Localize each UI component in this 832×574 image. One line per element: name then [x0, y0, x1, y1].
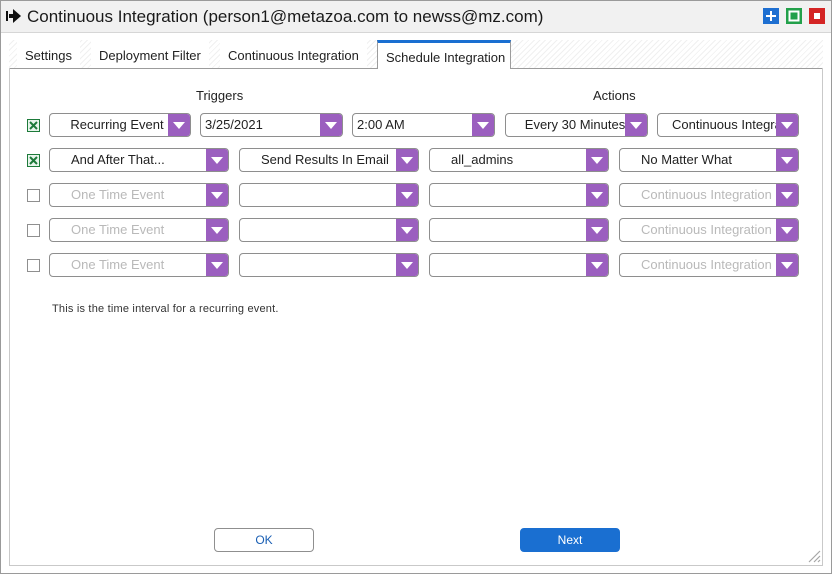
- tab-continuous-integration[interactable]: Continuous Integration: [220, 40, 367, 68]
- chevron-down-icon: [396, 254, 418, 276]
- arrow-right-icon: [6, 9, 22, 28]
- chevron-down-icon: [472, 114, 494, 136]
- select-value: 2:00 AM: [357, 117, 405, 132]
- chevron-down-icon: [776, 184, 798, 206]
- row-5-trigger-type-select[interactable]: One Time Event: [49, 253, 229, 277]
- row-4-option-select[interactable]: [239, 218, 419, 242]
- select-value: No Matter What: [641, 152, 733, 167]
- select-value: Recurring Event: [70, 117, 164, 132]
- row-3-checkbox[interactable]: [27, 189, 40, 202]
- row-4-action-select[interactable]: Continuous Integration: [619, 218, 799, 242]
- window-title: Continuous Integration (person1@metazoa.…: [27, 7, 544, 26]
- chevron-down-icon: [776, 114, 798, 136]
- title-bar: Continuous Integration (person1@metazoa.…: [1, 1, 831, 33]
- chevron-down-icon: [320, 114, 342, 136]
- row-5-checkbox[interactable]: [27, 259, 40, 272]
- chevron-down-icon: [586, 149, 608, 171]
- row-1-interval-select[interactable]: Every 30 Minutes: [505, 113, 648, 137]
- row-4-detail-select[interactable]: [429, 218, 609, 242]
- select-value: [261, 254, 396, 276]
- row-4-trigger-type-select[interactable]: One Time Event: [49, 218, 229, 242]
- select-value: [261, 184, 396, 206]
- select-value: Continuous Integration: [641, 222, 772, 237]
- tab-strip: Settings Deployment Filter Continuous In…: [9, 40, 823, 69]
- chevron-down-icon: [586, 254, 608, 276]
- add-icon[interactable]: [763, 8, 779, 24]
- chevron-down-icon: [396, 184, 418, 206]
- help-text: This is the time interval for a recurrin…: [52, 303, 279, 315]
- tab-deployment-filter[interactable]: Deployment Filter: [91, 40, 209, 68]
- select-value: Continuous Integration: [641, 187, 772, 202]
- actions-header: Actions: [593, 88, 636, 103]
- select-value: [451, 184, 586, 206]
- chevron-down-icon: [396, 219, 418, 241]
- chevron-down-icon: [776, 149, 798, 171]
- dialog-window: Continuous Integration (person1@metazoa.…: [0, 0, 832, 574]
- chevron-down-icon: [625, 114, 647, 136]
- chevron-down-icon: [206, 219, 228, 241]
- row-1-action-select[interactable]: Continuous Integration: [657, 113, 799, 137]
- row-5-detail-select[interactable]: [429, 253, 609, 277]
- chevron-down-icon: [776, 219, 798, 241]
- row-3-detail-select[interactable]: [429, 183, 609, 207]
- row-2-result-select[interactable]: Send Results In Email: [239, 148, 419, 172]
- select-value: Send Results In Email: [261, 152, 389, 167]
- select-value: And After That...: [71, 152, 165, 167]
- chevron-down-icon: [168, 114, 190, 136]
- maximize-icon[interactable]: [786, 8, 802, 24]
- chevron-down-icon: [586, 219, 608, 241]
- triggers-header: Triggers: [196, 88, 244, 103]
- select-value: [261, 219, 396, 241]
- row-3-option-select[interactable]: [239, 183, 419, 207]
- tab-schedule-integration[interactable]: Schedule Integration: [377, 40, 511, 69]
- row-2-recipient-select[interactable]: all_admins: [429, 148, 609, 172]
- row-2-trigger-type-select[interactable]: And After That...: [49, 148, 229, 172]
- row-5-action-select[interactable]: Continuous Integration: [619, 253, 799, 277]
- select-value: One Time Event: [71, 222, 165, 237]
- row-5-option-select[interactable]: [239, 253, 419, 277]
- row-3-trigger-type-select[interactable]: One Time Event: [49, 183, 229, 207]
- next-button[interactable]: Next: [520, 528, 620, 552]
- row-1-trigger-type-select[interactable]: Recurring Event: [49, 113, 191, 137]
- chevron-down-icon: [206, 254, 228, 276]
- row-1-time-select[interactable]: 2:00 AM: [352, 113, 495, 137]
- select-value: One Time Event: [71, 257, 165, 272]
- chevron-down-icon: [776, 254, 798, 276]
- select-value: Continuous Integration: [672, 117, 776, 132]
- select-value: [451, 254, 586, 276]
- chevron-down-icon: [206, 184, 228, 206]
- chevron-down-icon: [396, 149, 418, 171]
- row-2-condition-select[interactable]: No Matter What: [619, 148, 799, 172]
- chevron-down-icon: [206, 149, 228, 171]
- select-value: One Time Event: [71, 187, 165, 202]
- resize-grip-icon[interactable]: [806, 548, 822, 569]
- tab-settings[interactable]: Settings: [17, 40, 80, 68]
- tab-content-panel: [9, 68, 823, 566]
- row-1-date-select[interactable]: 3/25/2021: [200, 113, 343, 137]
- ok-button[interactable]: OK: [214, 528, 314, 552]
- row-1-checkbox[interactable]: [27, 119, 40, 132]
- select-value: Every 30 Minutes: [524, 117, 626, 132]
- select-value: all_admins: [451, 152, 514, 167]
- chevron-down-icon: [586, 184, 608, 206]
- row-3-action-select[interactable]: Continuous Integration: [619, 183, 799, 207]
- select-value: [451, 219, 586, 241]
- row-2-checkbox[interactable]: [27, 154, 40, 167]
- select-value: Continuous Integration: [641, 257, 772, 272]
- select-value: 3/25/2021: [205, 117, 263, 132]
- close-icon[interactable]: [809, 8, 825, 24]
- row-4-checkbox[interactable]: [27, 224, 40, 237]
